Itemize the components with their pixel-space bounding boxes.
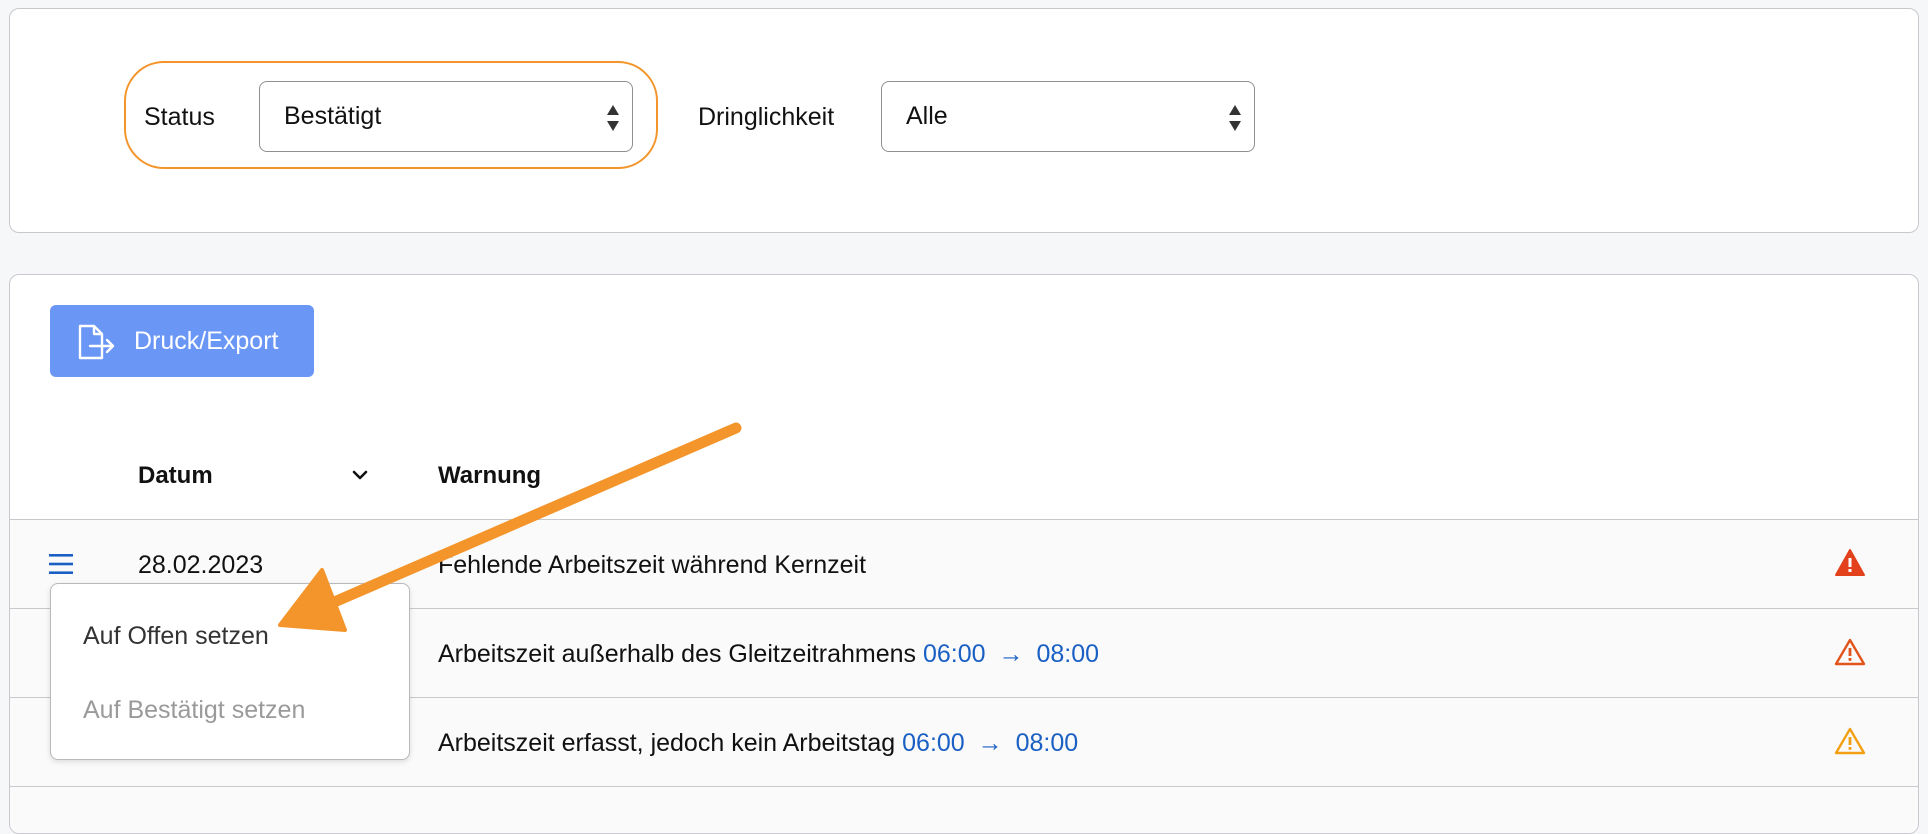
menu-item-set-confirmed: Auf Bestätigt setzen: [83, 696, 306, 724]
warning-message: Arbeitszeit erfasst, jedoch kein Arbeits…: [438, 729, 896, 757]
row-warning-text: Arbeitszeit erfasst, jedoch kein Arbeits…: [438, 729, 1078, 758]
export-icon: [78, 324, 115, 360]
warning-filled-icon: [1835, 549, 1865, 576]
urgency-select[interactable]: Alle: [881, 81, 1255, 152]
table-row: [10, 786, 1918, 833]
row-warning-text: Fehlende Arbeitszeit während Kernzeit: [438, 551, 866, 580]
select-arrows-icon: [607, 105, 619, 131]
export-button[interactable]: Druck/Export: [50, 305, 314, 377]
time-from: 06:00: [922, 640, 986, 668]
filter-panel: Status Bestätigt Dringlichkeit Alle: [9, 8, 1919, 233]
row-warning-text: Arbeitszeit außerhalb des Gleitzeitrahme…: [438, 640, 1099, 669]
time-arrow: →: [998, 640, 1024, 668]
urgency-filter-label: Dringlichkeit: [698, 103, 835, 131]
chevron-down-icon[interactable]: [350, 465, 370, 485]
menu-item-set-open[interactable]: Auf Offen setzen: [83, 622, 269, 651]
hamburger-menu-icon[interactable]: [48, 552, 74, 576]
time-arrow: →: [977, 729, 1003, 757]
time-from: 06:00: [902, 729, 965, 757]
warning-message: Fehlende Arbeitszeit während Kernzeit: [438, 551, 867, 579]
warning-message: Arbeitszeit außerhalb des Gleitzeitrahme…: [438, 640, 917, 668]
warning-outline-icon: [1834, 727, 1866, 755]
row-action-menu: Auf Offen setzen Auf Bestätigt setzen: [50, 583, 410, 760]
select-arrows-icon: [1229, 105, 1241, 131]
urgency-select-value: Alle: [906, 102, 948, 130]
column-header-warning: Warnung: [438, 462, 542, 489]
time-to: 08:00: [1036, 640, 1099, 668]
export-button-label: Druck/Export: [134, 327, 279, 355]
warning-outline-icon: [1834, 638, 1866, 666]
row-date: 28.02.2023: [138, 551, 264, 579]
status-filter-label: Status: [144, 103, 215, 131]
status-select-value: Bestätigt: [284, 102, 382, 130]
column-header-date[interactable]: Datum: [138, 462, 213, 490]
status-select[interactable]: Bestätigt: [259, 81, 633, 152]
time-to: 08:00: [1015, 729, 1079, 757]
